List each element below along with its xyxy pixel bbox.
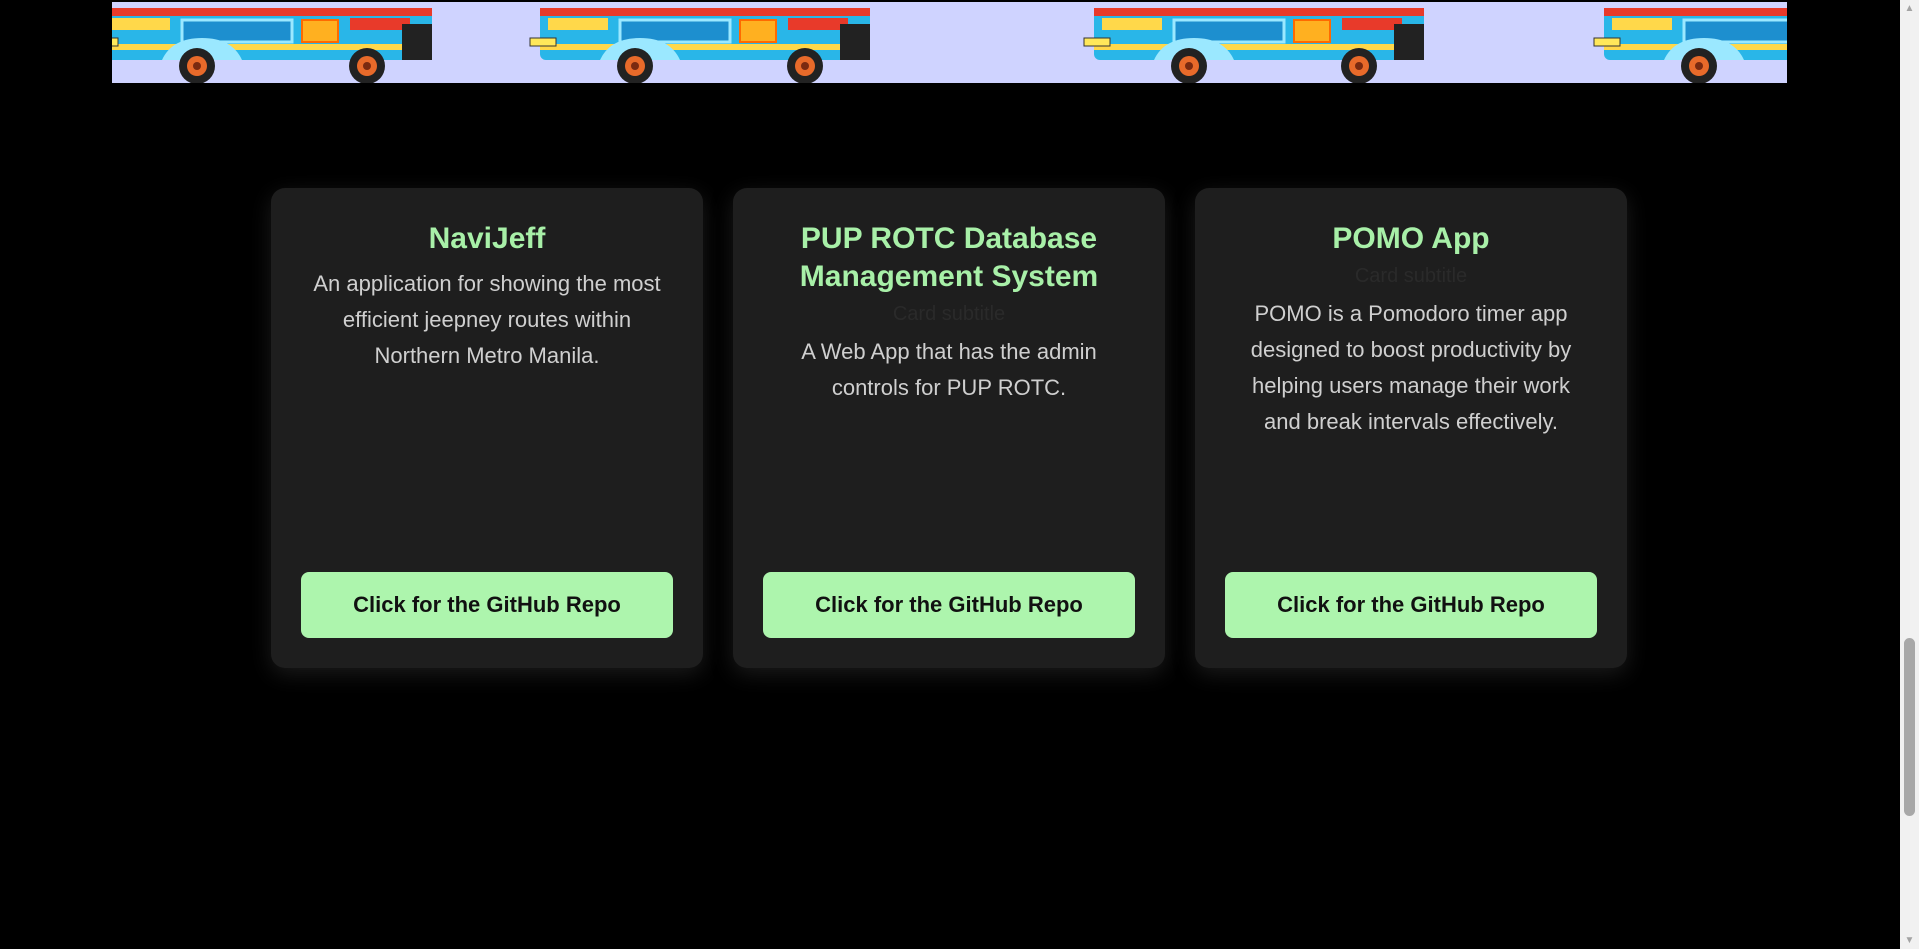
card-description: POMO is a Pomodoro timer app designed to… — [1250, 301, 1572, 434]
page: NaviJeff An application for showing the … — [0, 0, 1919, 949]
project-card-pomo: POMO App Card subtitle POMO is a Pomodor… — [1195, 188, 1627, 668]
card-description: A Web App that has the admin controls fo… — [801, 339, 1097, 400]
github-repo-button[interactable]: Click for the GitHub Repo — [301, 572, 673, 638]
arrow-down-icon[interactable]: ▼ — [1900, 932, 1919, 949]
card-description: An application for showing the most effi… — [313, 271, 661, 368]
jeepney-illustration — [112, 6, 1787, 83]
card-subtitle: Card subtitle — [892, 303, 1006, 325]
card-subtitle: Card subtitle — [1354, 265, 1468, 287]
card-title: NaviJeff — [428, 222, 546, 255]
github-repo-button[interactable]: Click for the GitHub Repo — [763, 572, 1135, 638]
arrow-up-icon[interactable]: ▲ — [1900, 0, 1919, 17]
scrollbar-thumb[interactable] — [1904, 638, 1915, 816]
card-title: PUP ROTC Database Management System — [799, 222, 1099, 293]
vertical-scrollbar[interactable]: ▲ ▼ — [1900, 0, 1919, 949]
github-repo-button[interactable]: Click for the GitHub Repo — [1225, 572, 1597, 638]
project-card-pup-rotc: PUP ROTC Database Management System Card… — [733, 188, 1165, 668]
project-cards: NaviJeff An application for showing the … — [271, 188, 1627, 668]
project-card-navijeff: NaviJeff An application for showing the … — [271, 188, 703, 668]
jeepney-banner — [112, 2, 1787, 83]
card-title: POMO App — [1332, 222, 1490, 255]
